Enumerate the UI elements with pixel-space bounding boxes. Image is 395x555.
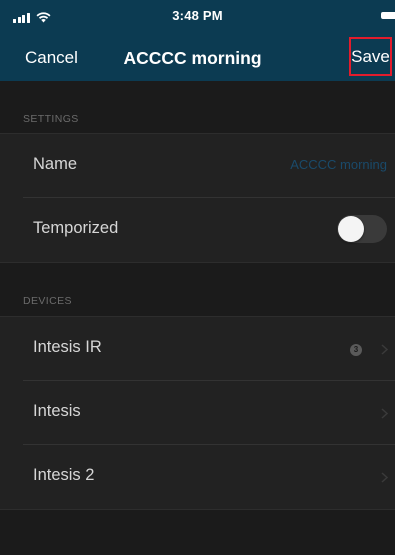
toggle-knob bbox=[338, 216, 364, 242]
settings-section: Name ACCCC morning Temporized bbox=[0, 133, 395, 263]
device-label: Intesis 2 bbox=[33, 466, 95, 484]
settings-section-header: SETTINGS bbox=[23, 113, 79, 125]
save-button-label: Save bbox=[351, 46, 390, 66]
status-bar: 3:48 PM bbox=[0, 0, 395, 33]
device-label: Intesis IR bbox=[33, 338, 102, 356]
name-value[interactable]: ACCCC morning bbox=[290, 157, 387, 172]
temporized-label: Temporized bbox=[33, 219, 119, 237]
name-row[interactable]: Name ACCCC morning bbox=[0, 134, 395, 198]
devices-section-header: DEVICES bbox=[23, 295, 72, 307]
chevron-right-icon bbox=[381, 408, 388, 419]
name-label: Name bbox=[33, 155, 78, 173]
battery-icon bbox=[381, 12, 395, 19]
page-title: ACCCC morning bbox=[123, 48, 262, 68]
chevron-right-icon bbox=[381, 344, 388, 355]
chevron-right-icon bbox=[381, 472, 388, 483]
device-count-badge: 3 bbox=[350, 344, 362, 356]
device-item-intesis-2[interactable]: Intesis 2 bbox=[0, 445, 395, 509]
temporized-toggle[interactable] bbox=[337, 215, 387, 243]
navigation-bar: Cancel ACCCC morning Save bbox=[0, 33, 395, 81]
save-button[interactable]: Save bbox=[349, 37, 392, 76]
temporized-row: Temporized bbox=[0, 198, 395, 262]
device-label: Intesis bbox=[33, 402, 81, 420]
status-time: 3:48 PM bbox=[172, 8, 223, 23]
scene-edit-screen: 3:48 PM Cancel ACCCC morning Save SETTIN… bbox=[0, 0, 395, 555]
device-item-intesis[interactable]: Intesis bbox=[0, 381, 395, 445]
device-item-intesis-ir[interactable]: Intesis IR 3 bbox=[0, 317, 395, 381]
devices-section: Intesis IR 3 Intesis Intesis 2 bbox=[0, 316, 395, 510]
